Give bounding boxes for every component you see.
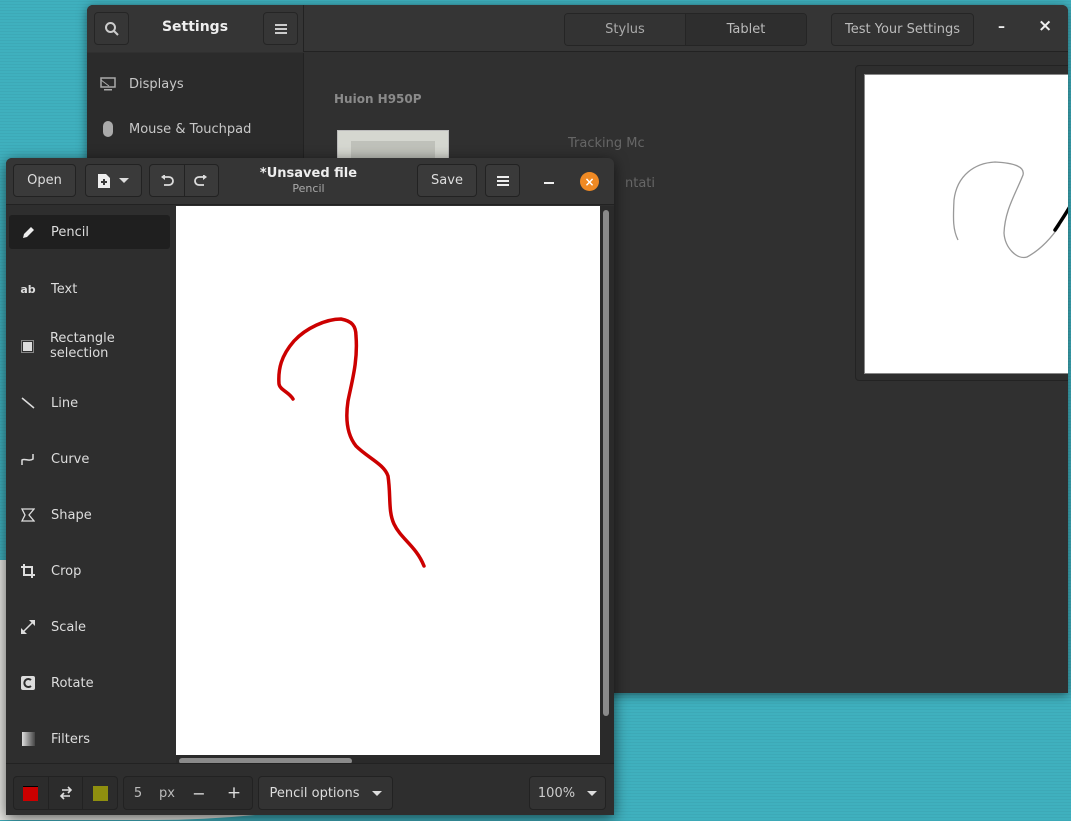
sidebar-item-displays[interactable]: Displays bbox=[99, 72, 184, 96]
window-title: *Unsaved file Pencil bbox=[226, 166, 391, 195]
history-buttons bbox=[149, 164, 219, 197]
test-drawing-area[interactable] bbox=[864, 74, 1068, 374]
primary-color-button[interactable] bbox=[14, 777, 48, 809]
chevron-down-icon bbox=[587, 790, 598, 796]
close-button[interactable]: × bbox=[1038, 16, 1052, 36]
size-unit-label: px bbox=[159, 785, 175, 801]
zoom-level: 100% bbox=[537, 785, 576, 801]
tool-filters[interactable]: Filters bbox=[9, 722, 170, 756]
zoom-dropdown[interactable]: 100% bbox=[529, 776, 606, 810]
paint-window: Open *Unsaved file Pencil Save × Pencil … bbox=[6, 158, 614, 815]
minimize-button[interactable] bbox=[544, 182, 554, 184]
tool-label: Line bbox=[51, 395, 79, 411]
tool-label: Crop bbox=[51, 563, 82, 579]
undo-button[interactable] bbox=[150, 165, 184, 196]
active-tool-subtitle: Pencil bbox=[292, 182, 325, 195]
display-icon bbox=[99, 77, 117, 91]
canvas-area bbox=[176, 206, 614, 764]
tool-rotate[interactable]: Rotate bbox=[9, 666, 170, 700]
primary-color-swatch bbox=[23, 785, 39, 801]
sidebar-item-label: Mouse & Touchpad bbox=[129, 121, 252, 137]
main-menu-button[interactable] bbox=[485, 164, 520, 197]
test-strokes bbox=[952, 161, 1068, 259]
tool-scale[interactable]: Scale bbox=[9, 610, 170, 644]
chevron-down-icon bbox=[119, 178, 129, 183]
test-your-settings-button[interactable]: Test Your Settings bbox=[831, 13, 974, 46]
rectangle-selection-icon bbox=[19, 339, 36, 353]
tool-shape[interactable]: Shape bbox=[9, 498, 170, 532]
tool-pencil[interactable]: Pencil bbox=[9, 215, 170, 249]
tool-label: Pencil bbox=[51, 224, 89, 240]
new-image-button[interactable] bbox=[85, 164, 142, 197]
secondary-color-button[interactable] bbox=[82, 777, 117, 809]
crop-icon bbox=[19, 564, 37, 578]
redo-button[interactable] bbox=[183, 165, 219, 196]
tools-sidebar: Pencil ab Text Rectangle selection Line … bbox=[6, 206, 176, 763]
pencil-stroke bbox=[277, 317, 426, 568]
open-button[interactable]: Open bbox=[13, 164, 76, 197]
hamburger-icon bbox=[274, 23, 287, 34]
tool-text[interactable]: ab Text bbox=[9, 272, 170, 306]
settings-title: Settings bbox=[161, 19, 229, 35]
secondary-color-swatch bbox=[92, 785, 108, 801]
file-name: *Unsaved file bbox=[259, 166, 358, 181]
size-control: 5 px − + bbox=[123, 776, 253, 810]
line-icon bbox=[19, 396, 37, 410]
swap-icon bbox=[59, 786, 72, 800]
rotate-icon bbox=[19, 676, 37, 690]
drawing-canvas[interactable] bbox=[176, 206, 600, 755]
tool-label: Shape bbox=[51, 507, 92, 523]
sidebar-item-label: Displays bbox=[129, 76, 184, 92]
hamburger-icon bbox=[496, 175, 509, 186]
tool-options-label: Pencil options bbox=[269, 785, 360, 801]
swap-colors-button[interactable] bbox=[47, 777, 83, 809]
tracking-mode-label: Tracking Mc bbox=[568, 136, 645, 151]
scale-icon bbox=[19, 620, 37, 634]
curve-icon bbox=[19, 452, 37, 466]
undo-icon bbox=[160, 174, 174, 186]
tab-tablet[interactable]: Tablet bbox=[685, 14, 806, 45]
bottom-toolbar: 5 px − + Pencil options 100% bbox=[6, 763, 614, 815]
vertical-scrollbar[interactable] bbox=[603, 210, 609, 716]
chevron-down-icon bbox=[371, 790, 382, 796]
shape-icon bbox=[19, 508, 37, 522]
search-button[interactable] bbox=[94, 12, 129, 45]
tool-crop[interactable]: Crop bbox=[9, 554, 170, 588]
paint-headerbar: Open *Unsaved file Pencil Save × bbox=[6, 158, 614, 205]
close-icon: × bbox=[584, 174, 595, 189]
device-name: Huion H950P bbox=[334, 92, 422, 106]
settings-sidebar-header: Settings bbox=[87, 5, 304, 52]
menu-button[interactable] bbox=[263, 12, 298, 45]
stylus-tablet-switcher: Stylus Tablet bbox=[564, 13, 807, 46]
save-button[interactable]: Save bbox=[417, 164, 477, 197]
tool-label: Rectangle selection bbox=[49, 331, 115, 361]
decrease-size-button[interactable]: − bbox=[182, 777, 216, 809]
filters-icon bbox=[19, 732, 37, 746]
redo-icon bbox=[194, 174, 208, 186]
tool-label: Rotate bbox=[51, 675, 94, 691]
tab-stylus[interactable]: Stylus bbox=[565, 14, 685, 45]
tool-label: Text bbox=[51, 281, 78, 297]
tool-options-dropdown[interactable]: Pencil options bbox=[258, 776, 393, 810]
text-icon: ab bbox=[20, 282, 36, 296]
new-document-icon bbox=[98, 173, 110, 188]
tool-label: Filters bbox=[51, 731, 90, 747]
close-button[interactable]: × bbox=[580, 172, 599, 191]
sidebar-item-mouse-touchpad[interactable]: Mouse & Touchpad bbox=[99, 117, 251, 141]
tool-label: Curve bbox=[51, 451, 90, 467]
color-buttons bbox=[13, 776, 118, 810]
tool-curve[interactable]: Curve bbox=[9, 442, 170, 476]
test-settings-popover bbox=[855, 65, 1068, 381]
pencil-icon bbox=[19, 226, 37, 239]
minimize-button[interactable]: – bbox=[998, 19, 1005, 35]
size-value-input[interactable]: 5 bbox=[124, 777, 152, 809]
tool-label: Scale bbox=[51, 619, 86, 635]
tool-line[interactable]: Line bbox=[9, 386, 170, 420]
orientation-label: ntati bbox=[625, 176, 656, 191]
increase-size-button[interactable]: + bbox=[216, 777, 252, 809]
tool-rectangle-selection[interactable]: Rectangle selection bbox=[9, 329, 170, 363]
search-icon bbox=[104, 21, 119, 36]
mouse-icon bbox=[99, 121, 117, 137]
